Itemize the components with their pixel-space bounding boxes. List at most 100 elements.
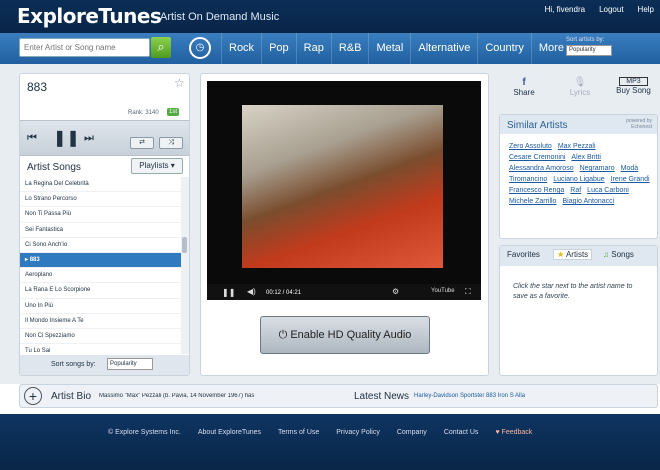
- buy-song-label: Buy Song: [616, 86, 651, 95]
- tab-favorites[interactable]: Favorites: [507, 250, 540, 259]
- search-button[interactable]: ⌕: [151, 37, 171, 58]
- list-item[interactable]: Sei Fantastica: [20, 223, 181, 238]
- facebook-icon: f: [522, 77, 526, 88]
- similar-artist-link[interactable]: Alessandra Amoroso: [509, 164, 574, 174]
- share-button[interactable]: f Share: [504, 77, 544, 97]
- list-item[interactable]: Il Mondo Insieme A Te: [20, 314, 181, 329]
- sort-songs-label: Sort songs by:: [51, 361, 96, 368]
- similar-artist-link[interactable]: Negramaro: [580, 164, 615, 174]
- similar-artist-link[interactable]: Francesco Renga: [509, 186, 564, 196]
- lyrics-button[interactable]: 🎙 Lyrics: [559, 77, 601, 97]
- footer-feedback-link[interactable]: ♥ Feedback: [495, 429, 532, 436]
- power-icon: ⏻: [278, 329, 288, 341]
- list-item[interactable]: Lo Strano Percorso: [20, 192, 181, 208]
- tab-songs[interactable]: ♫ Songs: [603, 250, 634, 259]
- genre-alternative[interactable]: Alternative: [410, 33, 477, 64]
- list-item[interactable]: La Regina Del Celebrità: [20, 177, 181, 193]
- similar-artist-link[interactable]: Alex Britti: [571, 153, 601, 163]
- expand-plus-icon[interactable]: +: [24, 387, 42, 405]
- similar-artists-title: Similar Artists: [507, 120, 568, 131]
- playlists-button[interactable]: Playlists ▾: [131, 158, 183, 174]
- similar-artists-list: Zero Assoluto Max Pezzali Cesare Cremoni…: [509, 142, 651, 207]
- similar-artist-link[interactable]: Modà: [621, 164, 639, 174]
- buy-song-button[interactable]: MP3 Buy Song: [611, 77, 656, 95]
- help-link[interactable]: Help: [638, 5, 654, 14]
- list-item[interactable]: Tu Lo Sai: [20, 344, 181, 354]
- sort-songs-bar: [20, 355, 189, 375]
- video-frame: [242, 105, 443, 268]
- repeat-icon[interactable]: ⇄: [130, 137, 154, 149]
- similar-artist-link[interactable]: Luca Carboni: [587, 186, 629, 196]
- volume-icon[interactable]: ◀): [247, 287, 256, 296]
- music-note-icon: ♫: [603, 250, 609, 259]
- artist-bio-label: Artist Bio: [51, 391, 92, 402]
- footer-company-link[interactable]: Company: [397, 429, 427, 436]
- artist-bio-text[interactable]: Massimo "Max" Pezzali (b. Pavia, 14 Nove…: [99, 393, 339, 399]
- active-song-label: 883: [29, 256, 40, 263]
- history-icon[interactable]: ◷: [189, 37, 211, 59]
- favorite-star-icon[interactable]: ☆: [174, 76, 185, 90]
- footer-about-link[interactable]: About ExploreTunes: [198, 429, 261, 436]
- footer-contact-link[interactable]: Contact Us: [444, 429, 479, 436]
- logo[interactable]: ExploreTunes: [17, 4, 162, 28]
- powered-by: powered by Echonest: [626, 118, 652, 130]
- similar-artist-link[interactable]: Cesare Cremonini: [509, 153, 565, 163]
- genre-metal[interactable]: Metal: [368, 33, 410, 64]
- previous-icon[interactable]: ⏮: [27, 132, 37, 145]
- logout-link[interactable]: Logout: [599, 5, 623, 14]
- shuffle-icon[interactable]: ⤨: [159, 137, 183, 149]
- footer-terms-link[interactable]: Terms of Use: [278, 429, 319, 436]
- list-item[interactable]: La Rana E Lo Scorpione: [20, 283, 181, 299]
- tab-artists-label: Artists: [565, 250, 589, 259]
- similar-artist-link[interactable]: Biagio Antonacci: [562, 197, 614, 207]
- similar-artist-link[interactable]: Zero Assoluto: [509, 142, 552, 152]
- youtube-icon[interactable]: YouTube: [431, 288, 455, 294]
- video-time: 00:12 / 04:21: [266, 290, 302, 296]
- list-item[interactable]: Non Ti Passa Più: [20, 207, 181, 223]
- share-label: Share: [513, 88, 535, 97]
- search-input[interactable]: [19, 38, 150, 57]
- footer: [0, 414, 660, 470]
- genre-menu: Rock Pop Rap R&B Metal Alternative Count…: [221, 33, 571, 64]
- video-controls: ❚❚ ◀) ⚙ YouTube ⛶: [207, 284, 481, 300]
- favorites-message: Click the star next to the artist name t…: [513, 283, 633, 300]
- similar-artist-link[interactable]: Max Pezzali: [558, 142, 596, 152]
- similar-artist-link[interactable]: Irene Grandi: [611, 175, 650, 185]
- song-scrollbar[interactable]: [181, 177, 189, 354]
- next-icon[interactable]: ⏭: [84, 132, 94, 145]
- player-controls: ⏮ ❚❚ ⏭ ⇄ ⤨: [20, 120, 189, 156]
- similar-artist-link[interactable]: Tiromancino: [509, 175, 547, 185]
- user-area: Hi, fivendra Logout Help: [545, 5, 654, 14]
- latest-news-link[interactable]: Harley-Davidson Sportster 883 Iron S All…: [414, 393, 525, 399]
- hd-audio-button[interactable]: ⏻ Enable HD Quality Audio: [260, 316, 430, 354]
- rank-text: Rank: 3140: [128, 110, 159, 116]
- similar-artist-link[interactable]: Michele Zarrillo: [509, 197, 556, 207]
- genre-country[interactable]: Country: [477, 33, 531, 64]
- video-pause-icon[interactable]: ❚❚: [222, 288, 235, 297]
- fullscreen-icon[interactable]: ⛶: [465, 287, 471, 297]
- star-icon: ★: [557, 250, 565, 259]
- user-greeting[interactable]: Hi, fivendra: [545, 5, 585, 14]
- tab-artists[interactable]: ★ Artists: [553, 249, 593, 260]
- pause-icon[interactable]: ❚❚: [53, 128, 80, 148]
- genre-pop[interactable]: Pop: [261, 33, 296, 64]
- list-item-active[interactable]: ▸ 883: [20, 252, 181, 269]
- genre-rap[interactable]: Rap: [295, 33, 331, 64]
- similar-artist-link[interactable]: Luciano Ligabue: [553, 175, 604, 185]
- list-item[interactable]: Ci Sono Anch'io: [20, 238, 181, 253]
- scrollbar-thumb[interactable]: [182, 237, 187, 253]
- similar-artist-link[interactable]: Raf: [570, 186, 581, 196]
- lyrics-label: Lyrics: [569, 88, 591, 97]
- footer-privacy-link[interactable]: Privacy Policy: [336, 429, 380, 436]
- list-item[interactable]: Uno In Più: [20, 299, 181, 314]
- list-item[interactable]: Aeroplano: [20, 268, 181, 284]
- genre-rnb[interactable]: R&B: [330, 33, 369, 64]
- genre-more[interactable]: More: [530, 33, 571, 64]
- list-item[interactable]: Non Ci Spezziamo: [20, 329, 181, 345]
- tab-songs-label: Songs: [611, 250, 634, 259]
- tagline: Artist On Demand Music: [160, 11, 280, 23]
- sort-songs-select[interactable]: Popularity: [107, 358, 153, 370]
- genre-rock[interactable]: Rock: [221, 33, 261, 64]
- sort-artists-select[interactable]: Popularity: [566, 45, 612, 56]
- settings-icon[interactable]: ⚙: [392, 287, 399, 296]
